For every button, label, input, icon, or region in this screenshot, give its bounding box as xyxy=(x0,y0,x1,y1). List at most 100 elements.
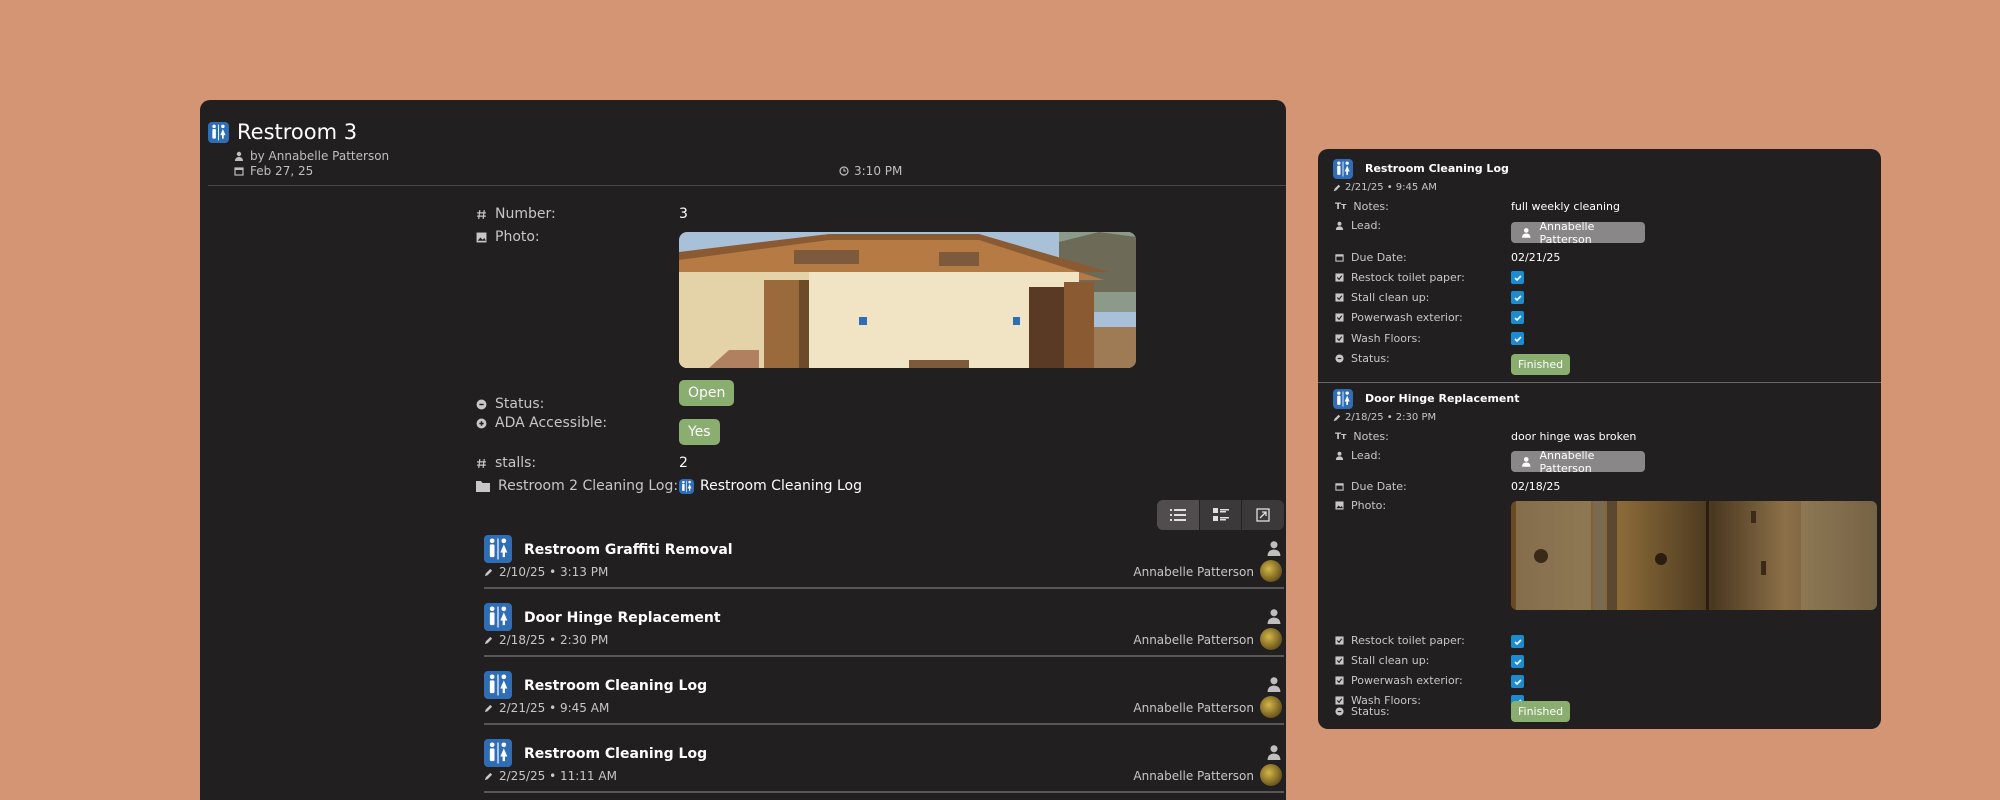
stalls-value: 2 xyxy=(679,455,688,471)
due-date-label: Due Date: xyxy=(1335,251,1407,264)
person-icon xyxy=(1335,451,1344,460)
pencil-icon xyxy=(1333,184,1341,192)
status-label: Status: xyxy=(1335,352,1390,365)
list-item-title: Door Hinge Replacement xyxy=(524,610,721,626)
person-icon xyxy=(1266,676,1282,692)
status-label: Status: xyxy=(1335,705,1390,718)
restock-checkbox[interactable] xyxy=(1511,635,1524,648)
check-icon xyxy=(1513,335,1522,342)
list-item-author: Annabelle Patterson xyxy=(1133,769,1254,783)
record-header: Restroom 3 xyxy=(208,120,357,144)
status-icon xyxy=(476,399,487,410)
notes-value: door hinge was broken xyxy=(1511,430,1637,443)
calendar-icon xyxy=(1335,482,1344,491)
list-item[interactable]: Door Hinge Replacement 2/18/25 • 2:30 PM… xyxy=(484,590,1284,657)
list-item-author: Annabelle Patterson xyxy=(1133,701,1254,715)
restroom-icon xyxy=(484,603,512,631)
restroom-building-photo[interactable] xyxy=(679,232,1136,368)
cleaning-log-label: Restroom 2 Cleaning Log: xyxy=(476,478,678,494)
cleaning-log-link[interactable]: Restroom Cleaning Log xyxy=(679,478,862,494)
check-label: Restock toilet paper: xyxy=(1335,634,1465,647)
photo-label: Photo: xyxy=(1335,499,1386,512)
pencil-icon xyxy=(1333,414,1341,422)
checkbox-icon xyxy=(1335,636,1344,645)
restroom-icon xyxy=(484,739,512,767)
list-item[interactable]: Restroom Cleaning Log 2/25/25 • 11:11 AM… xyxy=(484,726,1284,793)
ada-badge[interactable]: Yes xyxy=(679,419,720,445)
checkbox-icon xyxy=(1335,313,1344,322)
due-date-value: 02/18/25 xyxy=(1511,480,1561,493)
status-badge[interactable]: Finished xyxy=(1511,354,1571,375)
author-line: by Annabelle Patterson xyxy=(234,149,389,163)
list-item-edited: 2/21/25 • 9:45 AM xyxy=(484,701,609,715)
person-icon xyxy=(1521,227,1532,238)
check-icon xyxy=(1513,638,1522,645)
status-badge[interactable]: Open xyxy=(679,380,735,406)
restroom-icon xyxy=(679,478,694,494)
status-icon xyxy=(1335,707,1344,716)
lead-user-chip[interactable]: Annabelle Patterson xyxy=(1511,220,1645,246)
status-icon xyxy=(476,418,487,429)
check-label: Wash Floors: xyxy=(1335,332,1421,345)
section-title[interactable]: Door Hinge Replacement xyxy=(1365,392,1519,405)
expand-icon xyxy=(1256,508,1270,522)
date-text: Feb 27, 25 xyxy=(250,164,314,178)
powerwash-checkbox[interactable] xyxy=(1511,675,1524,688)
date-line: Feb 27, 25 xyxy=(234,164,313,178)
door-hinge-photo[interactable] xyxy=(1511,501,1877,610)
status-badge[interactable]: Finished xyxy=(1511,701,1571,722)
image-icon xyxy=(1335,501,1344,510)
record-detail-panel: Restroom 3 by Annabelle Patterson Feb 27… xyxy=(200,100,1286,800)
lead-user-chip[interactable]: Annabelle Patterson xyxy=(1511,449,1645,475)
list-item-title: Restroom Graffiti Removal xyxy=(524,542,733,558)
person-icon xyxy=(1266,744,1282,760)
image-icon xyxy=(476,232,487,243)
ada-label: ADA Accessible: xyxy=(476,415,607,431)
hash-icon xyxy=(476,458,487,469)
lead-label: Lead: xyxy=(1335,449,1381,462)
list-item[interactable]: Restroom Cleaning Log 2/21/25 • 9:45 AM … xyxy=(484,658,1284,725)
notes-value: full weekly cleaning xyxy=(1511,200,1621,213)
due-date-label: Due Date: xyxy=(1335,480,1407,493)
avatar xyxy=(1260,560,1282,582)
checkbox-icon xyxy=(1335,696,1344,705)
text-icon: Tт xyxy=(1335,201,1347,212)
list-item-edited: 2/25/25 • 11:11 AM xyxy=(484,769,617,783)
person-icon xyxy=(1266,540,1282,556)
check-icon xyxy=(1513,678,1522,685)
list-item-author: Annabelle Patterson xyxy=(1133,633,1254,647)
stall-cleanup-checkbox[interactable] xyxy=(1511,291,1524,304)
stall-cleanup-checkbox[interactable] xyxy=(1511,655,1524,668)
time-line: 3:10 PM xyxy=(839,164,902,178)
restroom-icon xyxy=(484,671,512,699)
restroom-icon xyxy=(484,535,512,563)
checkbox-icon xyxy=(1335,334,1344,343)
checkbox-icon xyxy=(1335,293,1344,302)
photo-label: Photo: xyxy=(476,229,540,245)
wash-floors-checkbox[interactable] xyxy=(1511,332,1524,345)
card-view-icon xyxy=(1212,508,1229,522)
folder-icon xyxy=(476,480,490,492)
calendar-icon xyxy=(1335,253,1344,262)
header-divider xyxy=(208,185,1286,186)
check-label: Powerwash exterior: xyxy=(1335,311,1463,324)
time-text: 3:10 PM xyxy=(854,164,903,178)
list-item-edited: 2/18/25 • 2:30 PM xyxy=(484,633,608,647)
person-icon xyxy=(1521,456,1532,467)
check-label: Stall clean up: xyxy=(1335,291,1429,304)
notes-label: Tт Notes: xyxy=(1335,430,1389,443)
list-item-edited: 2/10/25 • 3:13 PM xyxy=(484,565,608,579)
restroom-icon xyxy=(208,121,229,143)
number-value: 3 xyxy=(679,206,688,222)
check-icon xyxy=(1513,314,1522,321)
powerwash-checkbox[interactable] xyxy=(1511,311,1524,324)
pencil-icon xyxy=(484,704,493,713)
restock-checkbox[interactable] xyxy=(1511,271,1524,284)
lead-label: Lead: xyxy=(1335,219,1381,232)
hash-icon xyxy=(476,209,487,220)
checkbox-icon xyxy=(1335,656,1344,665)
stalls-label: stalls: xyxy=(476,455,536,471)
section-title[interactable]: Restroom Cleaning Log xyxy=(1365,162,1509,175)
list-item[interactable]: Restroom Graffiti Removal 2/10/25 • 3:13… xyxy=(484,522,1284,589)
person-icon xyxy=(1266,608,1282,624)
